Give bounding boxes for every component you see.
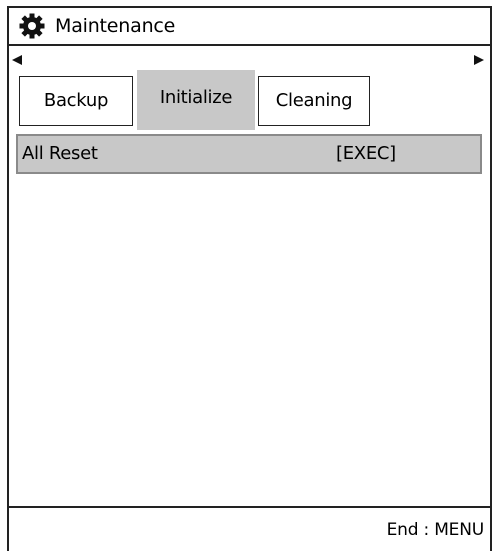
- content-panel: Backup Initialize Cleaning All Reset [EX…: [9, 46, 490, 508]
- arrow-left-icon[interactable]: [12, 55, 22, 65]
- window-title: Maintenance: [55, 15, 176, 37]
- arrow-right-icon[interactable]: [474, 55, 484, 65]
- tab-backup[interactable]: Backup: [19, 76, 133, 126]
- menu-item-label: All Reset: [22, 143, 98, 164]
- title-bar: Maintenance: [9, 8, 490, 46]
- maintenance-window: Maintenance Backup Initialize Cleaning A…: [7, 6, 492, 551]
- tab-cleaning[interactable]: Cleaning: [258, 76, 370, 126]
- menu-item-value[interactable]: [EXEC]: [336, 142, 396, 166]
- menu-item-all-reset[interactable]: All Reset [EXEC]: [16, 134, 482, 174]
- footer-hint: End : MENU: [386, 520, 485, 540]
- gear-icon: [19, 13, 45, 39]
- tab-initialize[interactable]: Initialize: [137, 70, 255, 130]
